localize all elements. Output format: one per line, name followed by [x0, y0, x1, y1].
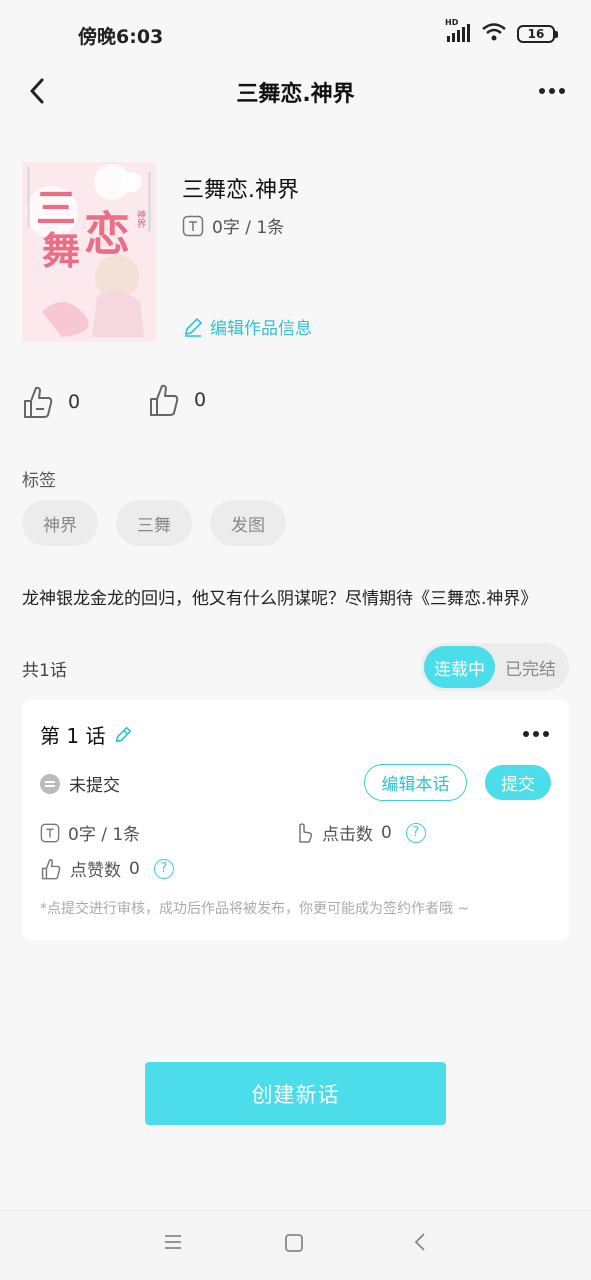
tag-list: 神界 三舞 发图 [22, 500, 286, 546]
serial-status-toggle: 连载中 已完结 [421, 643, 569, 691]
thumb-icon [24, 386, 53, 418]
edit-work-info-button[interactable]: 编辑作品信息 [182, 314, 312, 339]
work-title: 三舞恋.神界 [182, 178, 299, 203]
cover-title-char-2: 恋 [84, 207, 130, 261]
chapter-more-button[interactable] [521, 722, 551, 746]
thumbs-up-icon [150, 384, 179, 416]
chapter-status: 未提交 [40, 771, 120, 796]
status-icon [40, 773, 60, 794]
help-icon[interactable]: ? [405, 822, 426, 843]
submit-button[interactable]: 提交 [485, 765, 551, 800]
chapter-status-text: 未提交 [69, 776, 120, 796]
chapter-word-count: 0字 / 1条 [40, 820, 140, 845]
toggle-ongoing[interactable]: 连载中 [424, 646, 495, 688]
pencil-icon [184, 317, 203, 337]
more-options-button[interactable] [537, 78, 567, 104]
text-count-icon [182, 215, 204, 236]
edit-work-info-label: 编辑作品信息 [210, 319, 312, 339]
more-dots-icon [523, 731, 549, 737]
status-time: 傍晚6:03 [78, 26, 164, 48]
submit-note: *点提交进行审核，成功后作品将被发布，你更可能成为签约作者哦 ~ [40, 901, 470, 917]
work-description: 龙神银龙金龙的回归，他又有什么阴谋呢？尽情期待《三舞恋.神界》 [22, 589, 538, 609]
pencil-icon[interactable] [113, 725, 133, 745]
dislike-count: 0 [68, 391, 81, 413]
signal-icon: HD [445, 18, 471, 44]
chapter-title-text: 第 1 话 [40, 724, 106, 748]
chapter-likes: 点赞数 0 ? [40, 856, 174, 881]
text-count-icon [40, 823, 60, 842]
tag-item[interactable]: 神界 [22, 500, 98, 546]
like-count: 0 [194, 389, 207, 411]
chapter-word-count-text: 0字 / 1条 [68, 825, 141, 845]
more-dots-icon [539, 88, 565, 94]
home-icon[interactable] [284, 1233, 304, 1257]
back-icon[interactable] [411, 1232, 431, 1256]
menu-icon[interactable] [163, 1232, 183, 1256]
page-title: 三舞恋.神界 [236, 82, 355, 107]
clicks-value: 0 [381, 822, 392, 843]
tag-item[interactable]: 发图 [210, 500, 286, 546]
likes-label: 点赞数 [70, 861, 121, 881]
battery-icon: 16 [517, 25, 558, 43]
chapter-clicks: 点击数 0 ? [292, 820, 426, 845]
chapter-count: 共1话 [22, 661, 67, 681]
work-stats-text: 0字 / 1条 [212, 218, 285, 238]
toggle-completed[interactable]: 已完结 [495, 646, 566, 688]
cover-title-char-3: 舞 [42, 229, 81, 273]
thumbs-up-icon [41, 858, 61, 879]
dislike-button[interactable]: 0 [22, 385, 80, 419]
tag-item[interactable]: 三舞 [116, 500, 192, 546]
wifi-icon [481, 22, 507, 46]
chapter-title: 第 1 话 [40, 720, 133, 749]
cover-image[interactable]: 三 恋 舞 神界 [22, 162, 156, 342]
tags-label: 标签 [22, 471, 56, 491]
chapter-card: 第 1 话 未提交 编辑本话 提交 0字 / 1条 点击数 0 ? 点赞数 0 … [22, 700, 569, 940]
pointer-hand-icon [299, 822, 313, 843]
network-type: HD [445, 18, 459, 27]
likes-value: 0 [129, 858, 140, 879]
like-button[interactable]: 0 [148, 383, 206, 417]
work-stats: 0字 / 1条 [182, 213, 284, 238]
help-icon[interactable]: ? [153, 858, 174, 879]
create-chapter-button[interactable]: 创建新话 [145, 1062, 446, 1125]
cover-label: 神界 [135, 210, 145, 228]
clicks-label: 点击数 [322, 825, 373, 845]
edit-chapter-button[interactable]: 编辑本话 [364, 764, 467, 801]
status-icons: HD 16 [445, 18, 558, 46]
